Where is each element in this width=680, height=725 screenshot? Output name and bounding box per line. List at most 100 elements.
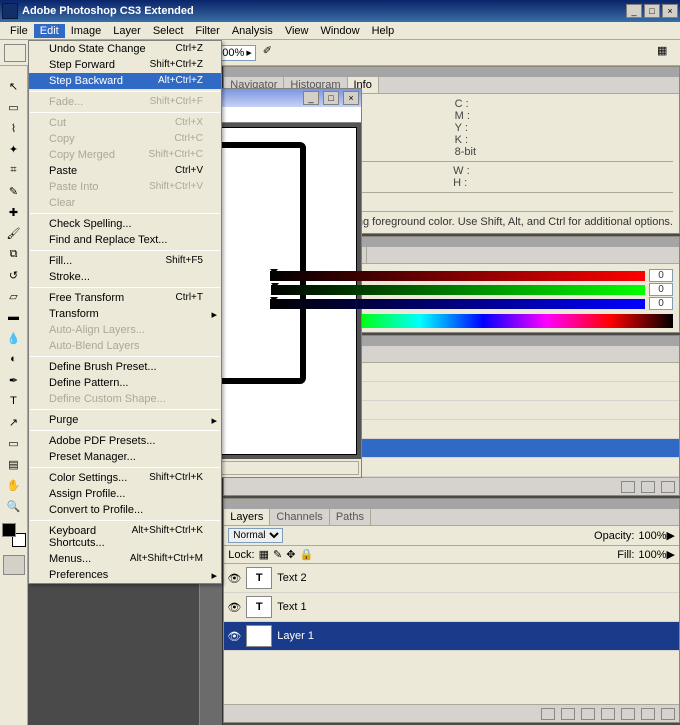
b-slider[interactable]	[270, 299, 645, 309]
layer-thumbnail: T	[246, 567, 272, 589]
menu-item[interactable]: Step BackwardAlt+Ctrl+Z	[29, 73, 221, 89]
menu-item[interactable]: Color Settings...Shift+Ctrl+K	[29, 470, 221, 486]
maximize-button[interactable]: □	[644, 4, 660, 18]
stamp-tool-icon[interactable]: ⧉	[3, 244, 25, 264]
menu-item[interactable]: PasteCtrl+V	[29, 163, 221, 179]
menu-select[interactable]: Select	[147, 24, 190, 38]
layer-row[interactable]: 👁Layer 1	[224, 622, 679, 651]
lock-transparency-icon[interactable]: ▦	[259, 548, 269, 561]
layer-opacity-value[interactable]: 100%▶	[638, 529, 675, 542]
close-button[interactable]: ×	[662, 4, 678, 18]
type-tool-icon[interactable]: T	[3, 391, 25, 411]
crop-tool-icon[interactable]: ⌗	[3, 160, 25, 180]
layer-row[interactable]: 👁TText 2	[224, 564, 679, 593]
group-icon[interactable]	[621, 708, 635, 720]
blur-tool-icon[interactable]: 💧	[3, 328, 25, 348]
layer-row[interactable]: 👁TText 1	[224, 593, 679, 622]
menu-item[interactable]: Keyboard Shortcuts...Alt+Shift+Ctrl+K	[29, 523, 221, 551]
wand-tool-icon[interactable]: ✦	[3, 139, 25, 159]
menu-help[interactable]: Help	[366, 24, 401, 38]
menu-item[interactable]: Convert to Profile...	[29, 502, 221, 518]
quickmask-icon[interactable]	[3, 555, 25, 575]
shape-tool-icon[interactable]: ▭	[3, 433, 25, 453]
notes-tool-icon[interactable]: ▤	[3, 454, 25, 474]
marquee-tool-icon[interactable]: ▭	[3, 97, 25, 117]
menu-item[interactable]: Menus...Alt+Shift+Ctrl+M	[29, 551, 221, 567]
menu-item[interactable]: Purge▸	[29, 412, 221, 428]
menu-item[interactable]: Adobe PDF Presets...	[29, 433, 221, 449]
visibility-icon: 👁	[227, 601, 241, 614]
tab-layers[interactable]: Layers	[224, 509, 270, 525]
pen-tool-icon[interactable]: ✒	[3, 370, 25, 390]
menu-item[interactable]: Find and Replace Text...	[29, 232, 221, 248]
menu-view[interactable]: View	[279, 24, 315, 38]
new-layer-icon[interactable]	[641, 708, 655, 720]
history-snapshot-icon[interactable]	[621, 481, 635, 493]
eyedropper-tool-icon[interactable]: ✎	[3, 181, 25, 201]
layers-panel: Layers Channels Paths Normal Opacity: 10…	[223, 498, 680, 723]
lock-move-icon[interactable]: ✥	[286, 548, 295, 561]
layer-fill-value[interactable]: 100%▶	[638, 548, 675, 561]
gradient-tool-icon[interactable]: ▬	[3, 307, 25, 327]
brush-tool-icon[interactable]: 🖌	[3, 223, 25, 243]
doc-maximize-button[interactable]: □	[323, 91, 339, 105]
menu-item[interactable]: Define Brush Preset...	[29, 359, 221, 375]
menu-item: Define Custom Shape...	[29, 391, 221, 407]
fg-bg-swatch[interactable]	[2, 523, 26, 547]
menu-filter[interactable]: Filter	[189, 24, 225, 38]
delete-layer-icon[interactable]	[661, 708, 675, 720]
menu-item: Clear	[29, 195, 221, 211]
layer-mask-icon[interactable]	[581, 708, 595, 720]
tool-preset-icon[interactable]	[4, 44, 26, 62]
menu-item[interactable]: Fill...Shift+F5	[29, 253, 221, 269]
move-tool-icon[interactable]: ↖	[3, 76, 25, 96]
airbrush-icon[interactable]: ✐	[262, 43, 282, 63]
g-slider[interactable]	[271, 285, 645, 295]
menu-item[interactable]: Stroke...	[29, 269, 221, 285]
menu-window[interactable]: Window	[314, 24, 365, 38]
lock-all-icon[interactable]: 🔒	[299, 548, 313, 561]
menu-analysis[interactable]: Analysis	[226, 24, 279, 38]
menu-edit[interactable]: Edit	[34, 24, 65, 38]
link-layers-icon[interactable]	[541, 708, 555, 720]
layer-fx-icon[interactable]	[561, 708, 575, 720]
menu-item[interactable]: Check Spelling...	[29, 216, 221, 232]
palette-well-icon[interactable]: ▦	[656, 43, 676, 63]
menu-item[interactable]: Assign Profile...	[29, 486, 221, 502]
doc-minimize-button[interactable]: _	[303, 91, 319, 105]
zoom-tool-icon[interactable]: 🔍	[3, 496, 25, 516]
menu-item[interactable]: Define Pattern...	[29, 375, 221, 391]
menu-item[interactable]: Transform▸	[29, 306, 221, 322]
dodge-tool-icon[interactable]: ◐	[3, 349, 25, 369]
path-tool-icon[interactable]: ↗	[3, 412, 25, 432]
history-new-icon[interactable]	[641, 481, 655, 493]
healing-tool-icon[interactable]: ✚	[3, 202, 25, 222]
hand-tool-icon[interactable]: ✋	[3, 475, 25, 495]
tab-paths[interactable]: Paths	[330, 509, 371, 525]
tab-channels[interactable]: Channels	[270, 509, 329, 525]
lock-paint-icon[interactable]: ✎	[273, 548, 282, 561]
layer-thumbnail: T	[246, 596, 272, 618]
r-slider[interactable]	[270, 271, 645, 281]
history-delete-icon[interactable]	[661, 481, 675, 493]
blend-mode-select[interactable]: Normal	[228, 528, 283, 543]
minimize-button[interactable]: _	[626, 4, 642, 18]
b-value[interactable]: 0	[649, 297, 673, 310]
menu-item: Auto-Align Layers...	[29, 322, 221, 338]
menu-item[interactable]: Preferences▸	[29, 567, 221, 583]
menu-item: Auto-Blend Layers	[29, 338, 221, 354]
menu-image[interactable]: Image	[65, 24, 108, 38]
menu-item[interactable]: Free TransformCtrl+T	[29, 290, 221, 306]
menu-item[interactable]: Preset Manager...	[29, 449, 221, 465]
menu-item[interactable]: Step ForwardShift+Ctrl+Z	[29, 57, 221, 73]
r-value[interactable]: 0	[649, 269, 673, 282]
menu-layer[interactable]: Layer	[107, 24, 147, 38]
adjustment-layer-icon[interactable]	[601, 708, 615, 720]
menu-item[interactable]: Undo State ChangeCtrl+Z	[29, 41, 221, 57]
doc-close-button[interactable]: ×	[343, 91, 359, 105]
lasso-tool-icon[interactable]: ⌇	[3, 118, 25, 138]
history-brush-tool-icon[interactable]: ↺	[3, 265, 25, 285]
menu-file[interactable]: File	[4, 24, 34, 38]
g-value[interactable]: 0	[649, 283, 673, 296]
eraser-tool-icon[interactable]: ▱	[3, 286, 25, 306]
